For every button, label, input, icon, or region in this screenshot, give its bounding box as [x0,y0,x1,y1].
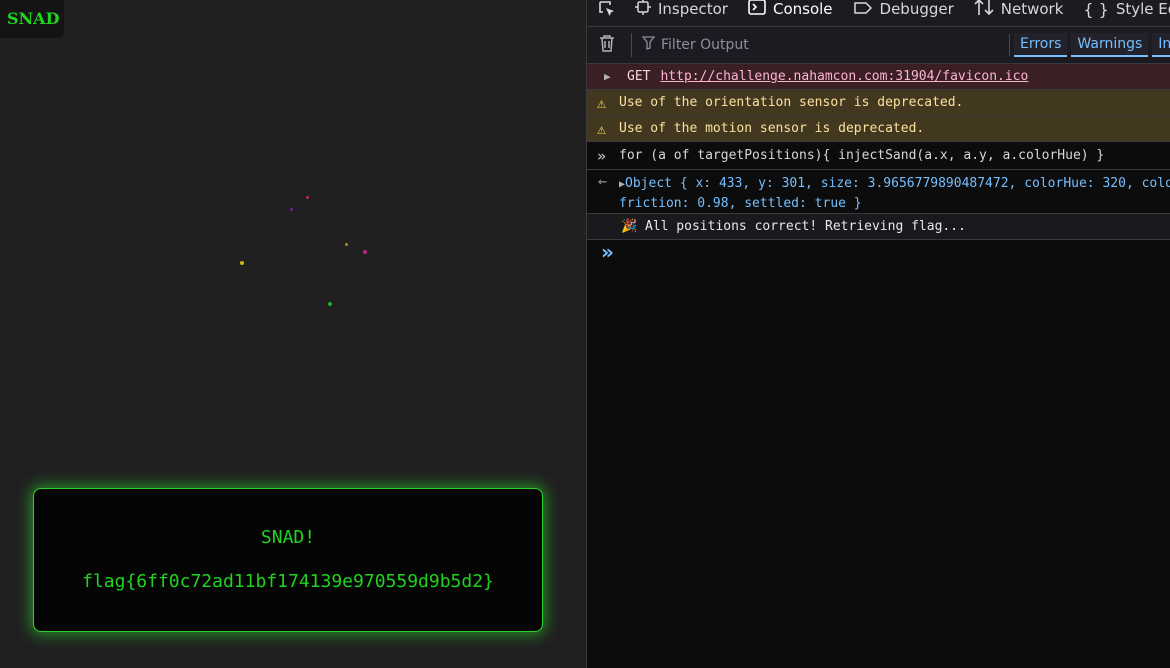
request-method: GET [627,69,651,84]
console-input-message: » for (a of targetPositions){ injectSand… [587,142,1170,170]
style-editor-icon: { } [1083,0,1109,19]
warning-icon: ⚠ [597,94,607,112]
log-text: All positions correct! Retrieving flag..… [645,219,966,234]
element-picker-icon[interactable] [587,0,625,22]
sand-grain [363,250,367,254]
input-code: for (a of targetPositions){ injectSand(a… [619,148,1105,163]
tab-label: Debugger [879,0,954,18]
filter-output-input[interactable]: Filter Output [641,36,749,54]
warning-text: Use of the orientation sensor is depreca… [619,95,964,110]
debugger-icon [853,0,873,19]
tab-console[interactable]: Console [738,0,843,22]
toolbar-divider [631,33,632,57]
output-text: Object { x: 433, y: 301, size: 3.9656779… [625,176,1170,191]
sand-grain [240,261,244,265]
output-line: ▶Object { x: 433, y: 301, size: 3.965677… [619,174,1170,194]
flag-text: flag{6ff0c72ad11bf174139e970559d9b5d2} [82,571,494,592]
console-log-message: 🎉 All positions correct! Retrieving flag… [587,214,1170,240]
tab-style-editor[interactable]: { } Style Editor [1073,0,1170,22]
tab-inspector[interactable]: Inspector [625,0,738,22]
devtools-panel: Inspector Console Debugger Network { } S… [586,0,1170,668]
tab-network[interactable]: Network [964,0,1074,22]
output-line: friction: 0.98, settled: true } [619,194,1170,213]
flag-title: SNAD! [260,527,316,548]
error-url-link[interactable]: http://challenge.nahamcon.com:31904/favi… [660,69,1028,84]
filter-warnings-button[interactable]: Warnings [1071,33,1149,57]
filter-info-button[interactable]: Info [1152,33,1170,57]
sand-grain [328,302,332,306]
warning-text: Use of the motion sensor is deprecated. [619,121,925,136]
input-chevron-icon: » [597,147,607,165]
trash-icon[interactable] [599,34,621,56]
tab-label: Network [1000,0,1064,18]
flag-panel: SNAD! flag{6ff0c72ad11bf174139e970559d9b… [33,488,543,632]
filter-icon [641,36,656,54]
toolbar-divider [1009,34,1010,56]
sand-grain [306,196,309,199]
party-popper-icon: 🎉 [621,219,638,234]
console-warning-message: ⚠ Use of the orientation sensor is depre… [587,90,1170,116]
console-error-message[interactable]: ▶ GET http://challenge.nahamcon.com:31904… [587,64,1170,90]
tab-label: Console [772,0,833,18]
sand-grain [345,243,348,246]
tab-label: Style Editor [1115,0,1170,18]
output-text: friction: 0.98, settled: true } [619,196,862,211]
expand-arrow-icon[interactable]: ▶ [604,64,611,90]
site-logo: SNAD [0,0,64,38]
devtools-tabbar: Inspector Console Debugger Network { } S… [587,0,1170,27]
inspector-icon [635,0,651,19]
filter-placeholder: Filter Output [661,37,749,53]
network-icon [974,0,994,20]
console-toolbar: Filter Output Errors Warnings Info [587,27,1170,64]
filter-errors-button[interactable]: Errors [1014,33,1068,57]
web-page: SNAD SNAD! flag{6ff0c72ad11bf174139e9705… [0,0,586,668]
console-prompt-icon[interactable]: » [601,240,614,264]
warning-icon: ⚠ [597,120,607,138]
result-arrow-icon: ← [598,172,608,190]
console-icon [748,0,766,19]
sand-grain [290,208,293,211]
filter-buttons: Errors Warnings Info [1009,33,1170,57]
console-warning-message: ⚠ Use of the motion sensor is deprecated… [587,116,1170,142]
console-output-message[interactable]: ← ▶Object { x: 433, y: 301, size: 3.9656… [587,170,1170,214]
tab-debugger[interactable]: Debugger [843,0,964,22]
tab-label: Inspector [658,0,728,18]
